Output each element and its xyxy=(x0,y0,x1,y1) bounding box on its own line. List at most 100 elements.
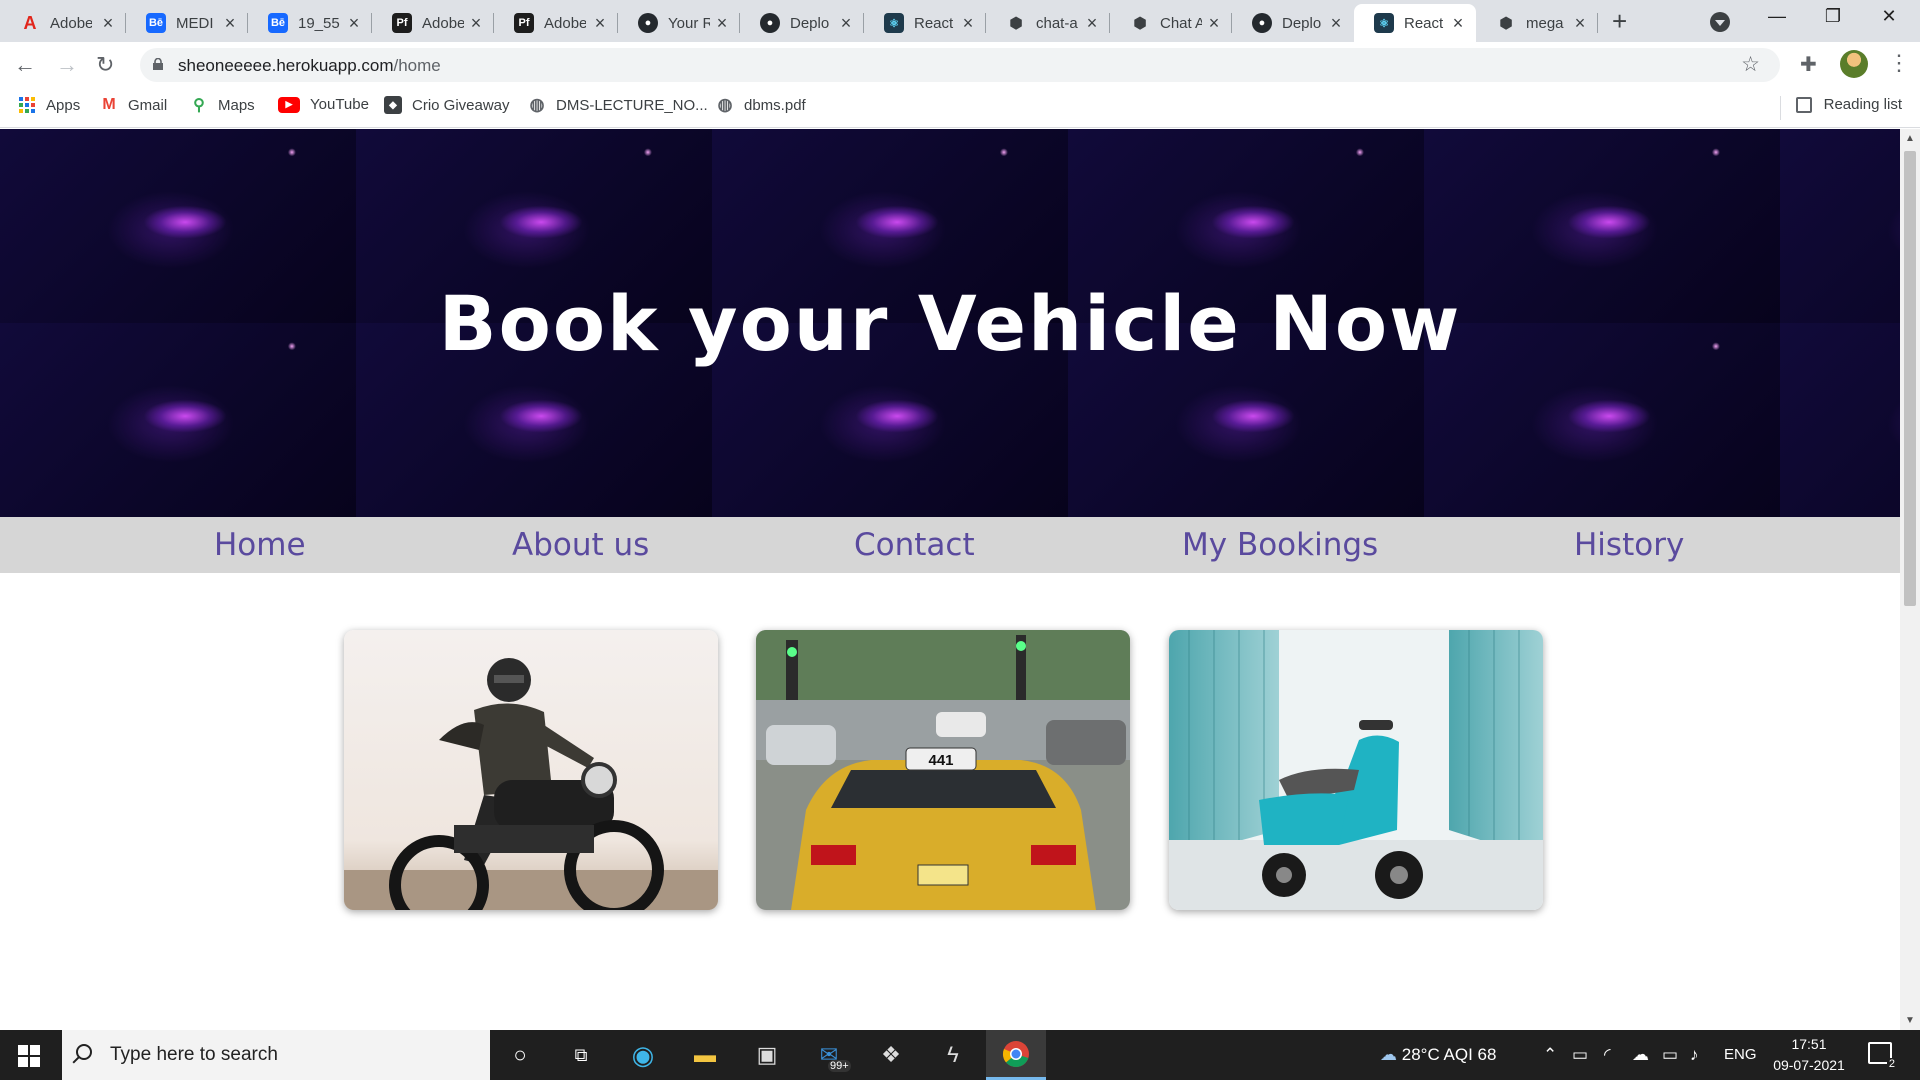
behance-icon: Bē xyxy=(146,13,166,33)
adobe-portfolio-icon: Pf xyxy=(392,13,412,33)
task-view-icon[interactable]: ⧉ xyxy=(566,1040,596,1070)
minimize-icon[interactable]: — xyxy=(1762,6,1792,27)
browser-tab[interactable]: ● Deplo × xyxy=(740,4,864,42)
tab-search-icon[interactable] xyxy=(1710,12,1730,32)
avatar[interactable] xyxy=(1840,50,1868,78)
bookmark-label: Maps xyxy=(218,96,255,114)
close-icon[interactable]: × xyxy=(1570,13,1590,34)
close-icon[interactable]: × xyxy=(1326,13,1346,34)
restore-icon[interactable]: ❐ xyxy=(1818,6,1848,27)
close-icon[interactable]: × xyxy=(958,13,978,34)
store-icon[interactable]: ▣ xyxy=(752,1040,782,1070)
volume-icon[interactable]: ♪ xyxy=(1690,1045,1699,1065)
close-icon[interactable]: × xyxy=(98,13,118,34)
nav-about-us[interactable]: About us xyxy=(512,527,649,563)
adobe-icon: A xyxy=(23,12,37,33)
forward-icon[interactable]: → xyxy=(56,52,78,78)
nav-history[interactable]: History xyxy=(1574,527,1684,563)
dropbox-icon[interactable]: ❖ xyxy=(876,1040,906,1070)
search-icon xyxy=(76,1044,92,1060)
mail-badge: 99+ xyxy=(828,1060,851,1072)
mail-icon[interactable]: ✉ 99+ xyxy=(814,1040,851,1072)
tab-title: Chat A xyxy=(1160,14,1202,32)
reading-list-button[interactable]: Reading list xyxy=(1795,96,1902,113)
bookmark-label: Apps xyxy=(46,96,81,114)
extensions-icon[interactable]: ✚ xyxy=(1800,52,1817,77)
scrollbar-thumb[interactable] xyxy=(1904,151,1916,606)
taskbar-clock[interactable]: 17:51 09-07-2021 xyxy=(1764,1034,1854,1076)
adobe-portfolio-icon: Pf xyxy=(514,13,534,33)
close-icon[interactable]: × xyxy=(590,13,610,34)
tab-title: React xyxy=(1404,14,1444,32)
bookmark-crio[interactable]: ◆ Crio Giveaway xyxy=(384,96,510,114)
bookmark-gmail[interactable]: M Gmail xyxy=(100,96,167,114)
bookmark-star-icon[interactable]: ☆ xyxy=(1741,52,1760,77)
bookmark-dms-lecture[interactable]: ◍ DMS-LECTURE_NO... xyxy=(528,95,708,114)
clock-time: 17:51 xyxy=(1791,1036,1827,1052)
meet-icon[interactable]: ▭ xyxy=(1572,1045,1588,1065)
browser-tab[interactable]: ⬢ chat-a × xyxy=(986,4,1110,42)
github-icon: ● xyxy=(760,13,780,33)
weather-widget[interactable]: ☁ 28°C AQI 68 xyxy=(1380,1045,1496,1065)
back-icon[interactable]: ← xyxy=(14,52,36,78)
vehicle-card-bike[interactable] xyxy=(344,630,718,910)
close-icon[interactable]: × xyxy=(220,13,240,34)
address-bar[interactable]: sheoneeeee.herokuapp.com/home ☆ xyxy=(140,48,1780,82)
wifi-icon[interactable]: ◜ xyxy=(1604,1045,1611,1065)
bookmark-label: YouTube xyxy=(310,96,369,113)
browser-tab[interactable]: Pf Adobe × xyxy=(494,4,618,42)
browser-tab[interactable]: ⬢ mega × xyxy=(1476,4,1598,42)
scroll-down-icon[interactable]: ▼ xyxy=(1905,1015,1915,1026)
bookmark-dbms[interactable]: ◍ dbms.pdf xyxy=(716,95,806,114)
teal-scooter-image xyxy=(1169,630,1543,910)
browser-tab[interactable]: ● Deplo × xyxy=(1232,4,1354,42)
browser-toolbar: ← → ↻ sheoneeeee.herokuapp.com/home ☆ ✚ … xyxy=(0,42,1920,88)
vehicle-card-taxi[interactable]: 441 xyxy=(756,630,1130,910)
window-close-icon[interactable]: ✕ xyxy=(1874,6,1904,27)
close-icon[interactable]: × xyxy=(344,13,364,34)
language-indicator[interactable]: ENG xyxy=(1724,1046,1757,1063)
close-icon[interactable]: × xyxy=(1204,13,1224,34)
onedrive-icon[interactable]: ☁ xyxy=(1632,1045,1649,1065)
battery-icon[interactable]: ▭ xyxy=(1662,1045,1678,1065)
browser-tab[interactable]: ● Your R × xyxy=(618,4,740,42)
close-icon[interactable]: × xyxy=(1082,13,1102,34)
nav-home[interactable]: Home xyxy=(214,527,306,563)
box-icon: ⬢ xyxy=(1009,15,1023,32)
browser-tab[interactable]: Pf Adobe × xyxy=(372,4,494,42)
scroll-up-icon[interactable]: ▲ xyxy=(1905,133,1915,144)
new-tab-button[interactable]: + xyxy=(1612,8,1627,34)
browser-tab[interactable]: Bē 19_55 × xyxy=(248,4,372,42)
browser-tab[interactable]: ⚛ React × xyxy=(864,4,986,42)
close-icon[interactable]: × xyxy=(712,13,732,34)
github-icon: ● xyxy=(638,13,658,33)
browser-tab[interactable]: ⬢ Chat A × xyxy=(1110,4,1232,42)
close-icon[interactable]: × xyxy=(1448,13,1468,34)
bookmark-label: DMS-LECTURE_NO... xyxy=(556,96,708,114)
browser-tab-active[interactable]: ⚛ React × xyxy=(1354,4,1476,42)
notification-icon[interactable]: 2 xyxy=(1868,1042,1897,1070)
edge-icon[interactable]: ◉ xyxy=(628,1040,658,1070)
chrome-taskbar-icon[interactable] xyxy=(986,1030,1046,1080)
tab-title: MEDI xyxy=(176,14,214,32)
reload-icon[interactable]: ↻ xyxy=(96,52,114,78)
app-icon[interactable]: ϟ xyxy=(938,1040,968,1070)
tray-chevron-icon[interactable]: ⌃ xyxy=(1543,1045,1557,1065)
vehicle-card-scooter[interactable] xyxy=(1169,630,1543,910)
close-icon[interactable]: × xyxy=(466,13,486,34)
close-icon[interactable]: × xyxy=(836,13,856,34)
windows-start-icon[interactable] xyxy=(18,1045,40,1067)
page-scrollbar[interactable]: ▲ ▼ xyxy=(1900,129,1920,1030)
bookmark-maps[interactable]: ⚲ Maps xyxy=(190,96,255,115)
cortana-icon[interactable]: ○ xyxy=(505,1040,535,1070)
nav-contact[interactable]: Contact xyxy=(854,527,975,563)
file-explorer-icon[interactable]: ▬ xyxy=(690,1040,720,1070)
browser-tab[interactable]: A Adobe × xyxy=(0,4,126,42)
menu-icon[interactable]: ⋮ xyxy=(1888,50,1910,76)
bookmark-label: Crio Giveaway xyxy=(412,96,510,114)
taskbar-search-input[interactable]: Type here to search xyxy=(62,1030,490,1080)
nav-my-bookings[interactable]: My Bookings xyxy=(1182,527,1378,563)
browser-tab[interactable]: Bē MEDI × xyxy=(126,4,248,42)
bookmark-apps[interactable]: Apps xyxy=(18,96,80,114)
bookmark-youtube[interactable]: ▶ YouTube xyxy=(278,96,369,113)
